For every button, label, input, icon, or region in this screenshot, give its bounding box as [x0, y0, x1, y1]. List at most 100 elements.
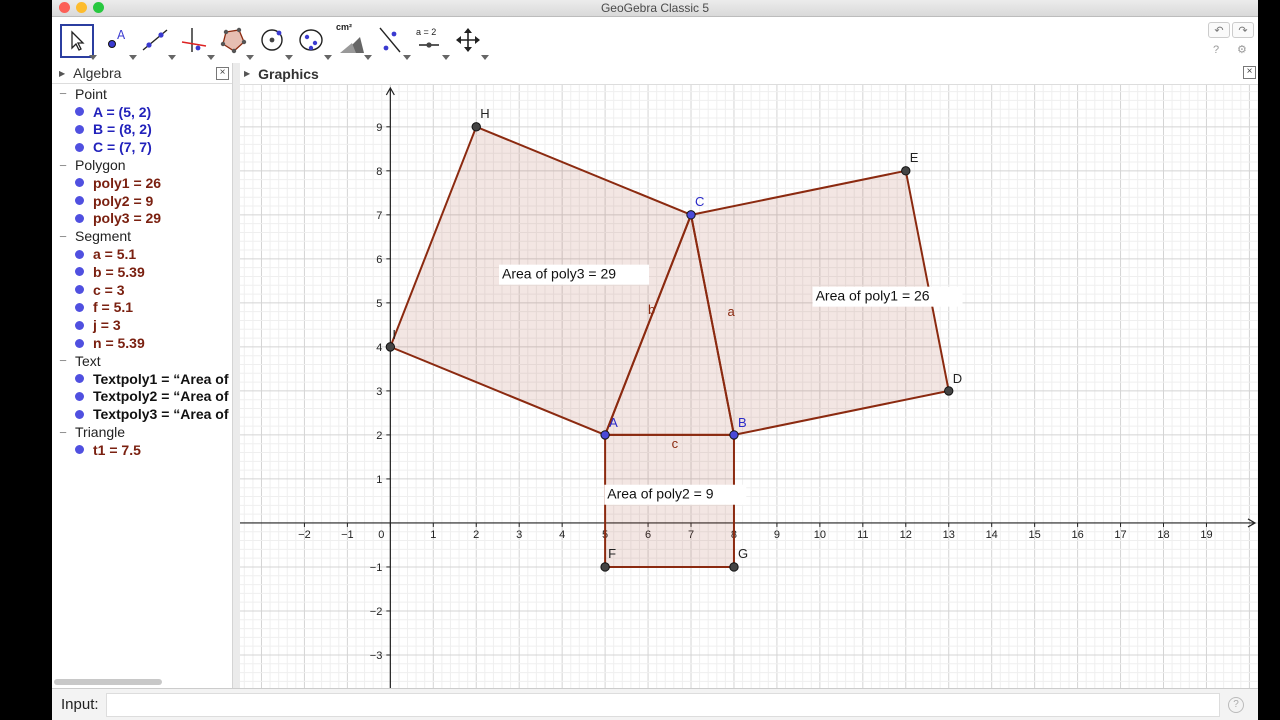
graphics-header: ▶ Graphics × — [240, 63, 1258, 85]
collapse-arrow-icon[interactable]: ▶ — [244, 69, 250, 78]
graphics-canvas[interactable]: −2−1012345678910111213141516171819−3−2−1… — [240, 85, 1258, 688]
visibility-toggle-icon[interactable] — [75, 196, 84, 206]
redo-button[interactable]: ↷ — [1232, 22, 1254, 38]
y-tick-label: −1 — [370, 562, 383, 574]
visibility-toggle-icon[interactable] — [75, 285, 84, 295]
x-tick-label: 15 — [1029, 529, 1041, 541]
collapse-arrow-icon[interactable]: ▶ — [59, 69, 65, 78]
area-tool-button[interactable]: cm² — [335, 22, 372, 60]
algebra-item[interactable]: j = 3 — [52, 316, 232, 334]
x-tick-label: 18 — [1157, 529, 1169, 541]
settings-gear-icon[interactable]: ⚙ — [1237, 43, 1247, 56]
algebra-item[interactable]: B = (8, 2) — [52, 121, 232, 139]
help-icon[interactable]: ? — [1213, 44, 1219, 56]
point-H[interactable] — [471, 122, 481, 132]
polygon-icon — [220, 27, 247, 54]
visibility-toggle-icon[interactable] — [75, 409, 84, 419]
circle-tool-button[interactable] — [256, 24, 293, 60]
point-D[interactable] — [944, 386, 954, 396]
algebra-item[interactable]: C = (7, 7) — [52, 138, 232, 156]
point-G[interactable] — [729, 562, 739, 572]
collapse-minus-icon[interactable]: − — [54, 353, 72, 368]
perpendicular-tool-button[interactable] — [178, 24, 215, 60]
visibility-toggle-icon[interactable] — [75, 338, 84, 348]
visibility-toggle-icon[interactable] — [75, 374, 84, 384]
visibility-toggle-icon[interactable] — [75, 267, 84, 277]
segment-label: a — [728, 304, 736, 319]
point-B[interactable] — [729, 430, 739, 440]
algebra-item-value: t1 = 7.5 — [93, 441, 141, 458]
x-tick-label: 16 — [1071, 529, 1083, 541]
algebra-item[interactable]: a = 5.1 — [52, 245, 232, 263]
segment-label: c — [672, 436, 679, 451]
algebra-category[interactable]: − Text — [52, 352, 232, 370]
line-tool-button[interactable] — [139, 24, 176, 60]
algebra-item[interactable]: Textpoly3 = “Area of poly3 = 29” — [52, 405, 232, 423]
polygon-tool-button[interactable] — [217, 24, 254, 60]
algebra-item[interactable]: poly3 = 29 — [52, 210, 232, 228]
algebra-item-value: c = 3 — [93, 281, 125, 298]
algebra-item[interactable]: n = 5.39 — [52, 334, 232, 352]
algebra-category[interactable]: − Triangle — [52, 423, 232, 441]
algebra-item[interactable]: Textpoly1 = “Area of poly1 = 26” — [52, 370, 232, 388]
visibility-toggle-icon[interactable] — [75, 213, 84, 223]
point-label: H — [480, 106, 489, 121]
move-graphics-tool-button[interactable] — [452, 24, 489, 60]
area-text[interactable]: Area of poly1 = 26 — [816, 288, 930, 304]
visibility-toggle-icon[interactable] — [75, 178, 84, 188]
circle-center-icon — [261, 29, 283, 51]
visibility-toggle-icon[interactable] — [75, 320, 84, 330]
reflect-tool-button[interactable] — [374, 24, 411, 60]
undo-button[interactable]: ↶ — [1208, 22, 1230, 38]
algebra-item[interactable]: poly1 = 26 — [52, 174, 232, 192]
visibility-toggle-icon[interactable] — [75, 124, 84, 134]
algebra-view: ▶ Algebra × − Point A = (5, 2) B = (8, 2) C … — [52, 63, 232, 688]
algebra-item[interactable]: t1 = 7.5 — [52, 441, 232, 459]
perpendicular-line-icon — [181, 28, 207, 52]
algebra-item-value: poly1 = 26 — [93, 174, 162, 191]
point-A[interactable] — [600, 430, 610, 440]
point-I[interactable] — [385, 342, 396, 352]
point-F[interactable] — [600, 562, 610, 572]
slider-tool-button[interactable]: a = 2 — [413, 24, 450, 60]
visibility-toggle-icon[interactable] — [75, 249, 84, 259]
algebra-item[interactable]: poly2 = 9 — [52, 192, 232, 210]
y-tick-label: −2 — [370, 606, 383, 618]
close-algebra-icon[interactable]: × — [216, 67, 229, 80]
x-tick-label: 4 — [559, 529, 565, 541]
area-text[interactable]: Area of poly3 = 29 — [502, 266, 616, 282]
y-tick-label: −3 — [370, 650, 383, 662]
visibility-toggle-icon[interactable] — [75, 107, 84, 117]
point-icon: A — [108, 28, 126, 48]
collapse-minus-icon[interactable]: − — [54, 158, 72, 173]
algebra-item[interactable]: b = 5.39 — [52, 263, 232, 281]
x-tick-label: 0 — [378, 529, 384, 541]
algebra-item[interactable]: c = 3 — [52, 281, 232, 299]
algebra-item-value: Textpoly1 = “Area of poly1 = 26” — [93, 370, 232, 387]
input-help-icon[interactable]: ? — [1228, 697, 1244, 713]
point-E[interactable] — [901, 166, 911, 176]
area-text[interactable]: Area of poly2 = 9 — [607, 486, 713, 502]
point-C[interactable] — [686, 210, 696, 220]
ellipse-tool-button[interactable] — [295, 24, 332, 60]
move-tool-button[interactable] — [60, 24, 97, 60]
visibility-toggle-icon[interactable] — [75, 302, 84, 312]
collapse-minus-icon[interactable]: − — [54, 229, 72, 244]
close-graphics-icon[interactable]: × — [1243, 66, 1256, 79]
algebra-category[interactable]: − Point — [52, 85, 232, 103]
algebra-item[interactable]: f = 5.1 — [52, 299, 232, 317]
algebra-item[interactable]: A = (5, 2) — [52, 103, 232, 121]
collapse-minus-icon[interactable]: − — [54, 425, 72, 440]
algebra-scrollbar[interactable] — [54, 679, 162, 685]
visibility-toggle-icon[interactable] — [75, 142, 84, 152]
algebra-category[interactable]: − Polygon — [52, 156, 232, 174]
algebra-category[interactable]: − Segment — [52, 227, 232, 245]
visibility-toggle-icon[interactable] — [75, 391, 84, 401]
point-tool-button[interactable]: A — [100, 24, 137, 60]
algebra-item[interactable]: Textpoly2 = “Area of poly2 = 9” — [52, 388, 232, 406]
point-label: I — [392, 327, 396, 342]
collapse-minus-icon[interactable]: − — [54, 86, 72, 101]
visibility-toggle-icon[interactable] — [75, 445, 84, 455]
x-tick-label: 12 — [900, 529, 912, 541]
input-field[interactable] — [106, 693, 1220, 717]
